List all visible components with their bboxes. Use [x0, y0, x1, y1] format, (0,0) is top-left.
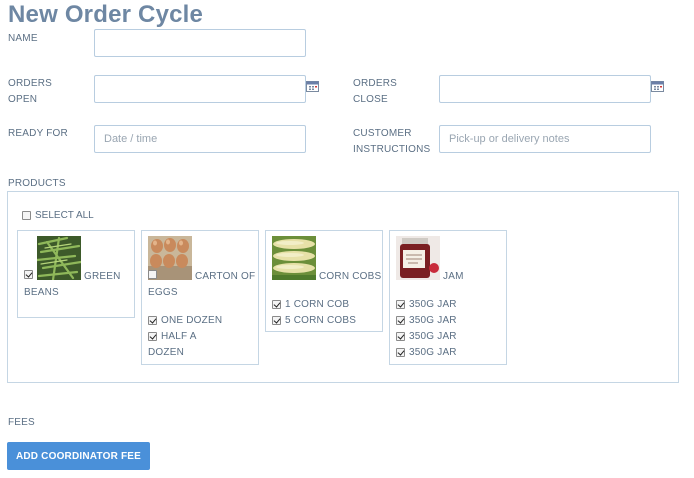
corn-image [272, 236, 316, 280]
variant-checkbox[interactable] [148, 316, 157, 325]
page-title: New Order Cycle [8, 1, 204, 28]
product-card-corn-cobs: CORN COBS 1 CORN COB 5 CORN COBS [265, 230, 383, 332]
variant-label: HALF A [161, 331, 197, 342]
product-card-green-beans: GREEN BEANS [17, 230, 135, 318]
variant-label: 1 CORN COB [285, 299, 350, 310]
variant-checkbox[interactable] [396, 300, 405, 309]
customer-instructions-input[interactable] [439, 125, 651, 153]
variant-label: 350G JAR [409, 299, 457, 310]
variant-row[interactable]: 5 CORN COBS [272, 313, 356, 329]
variant-label: 350G JAR [409, 347, 457, 358]
variant-label: 5 CORN COBS [285, 315, 357, 326]
customer-instructions-label-line1: CUSTOMER [353, 128, 412, 139]
jam-image [396, 236, 440, 280]
product-name-line1: GREEN [84, 271, 121, 282]
product-name-line1: CARTON OF [195, 271, 256, 282]
calendar-icon[interactable] [651, 81, 664, 92]
variant-row[interactable]: 350G JAR [396, 297, 457, 313]
variant-checkbox[interactable] [396, 332, 405, 341]
variant-checkbox[interactable] [272, 316, 281, 325]
select-all-label: SELECT ALL [35, 210, 94, 221]
variant-row[interactable]: 350G JAR [396, 345, 457, 361]
orders-close-label: ORDERS CLOSE [353, 76, 397, 108]
products-label: PRODUCTS [8, 178, 66, 189]
variant-row[interactable]: HALF A [148, 329, 197, 345]
variant-checkbox[interactable] [396, 348, 405, 357]
name-input[interactable] [94, 29, 306, 57]
ready-for-label: READY FOR [8, 128, 68, 139]
orders-open-input[interactable] [94, 75, 306, 103]
orders-close-label-line2: CLOSE [353, 94, 388, 105]
product-name-line1: CORN COBS [319, 271, 382, 282]
select-all[interactable]: SELECT ALL [22, 210, 94, 221]
product-name-line2: EGGS [148, 287, 178, 298]
variant-label: ONE DOZEN [161, 315, 223, 326]
variant-row[interactable]: 350G JAR [396, 329, 457, 345]
orders-close-input[interactable] [439, 75, 651, 103]
ready-for-input[interactable] [94, 125, 306, 153]
fees-label: FEES [8, 417, 35, 428]
green-beans-image [37, 236, 81, 280]
product-name-line1: JAM [443, 271, 464, 282]
add-coordinator-fee-button[interactable]: ADD COORDINATOR FEE [7, 442, 150, 470]
calendar-icon[interactable] [306, 81, 319, 92]
variant-label-line2: DOZEN [148, 347, 184, 358]
name-label: NAME [8, 33, 38, 44]
product-checkbox-green-beans[interactable] [24, 270, 33, 279]
variant-label: 350G JAR [409, 331, 457, 342]
product-card-jam: JAM 350G JAR 350G JAR 350G JAR 350G JAR [389, 230, 507, 365]
variant-checkbox[interactable] [396, 316, 405, 325]
customer-instructions-label-line2: INSTRUCTIONS [353, 144, 431, 155]
product-card-eggs: CARTON OF EGGS ONE DOZEN HALF A DOZEN [141, 230, 259, 365]
variant-checkbox[interactable] [148, 332, 157, 341]
product-checkbox-eggs[interactable] [148, 270, 157, 279]
orders-open-label: ORDERS OPEN [8, 76, 52, 108]
variant-row[interactable]: ONE DOZEN [148, 313, 222, 329]
variant-checkbox[interactable] [272, 300, 281, 309]
customer-instructions-label: CUSTOMER INSTRUCTIONS [353, 126, 430, 158]
orders-open-label-line2: OPEN [8, 94, 38, 105]
orders-close-label-line1: ORDERS [353, 78, 397, 89]
orders-open-label-line1: ORDERS [8, 78, 52, 89]
variant-label: 350G JAR [409, 315, 457, 326]
select-all-checkbox[interactable] [22, 211, 31, 220]
variant-row[interactable]: 350G JAR [396, 313, 457, 329]
product-name-line2: BEANS [24, 287, 59, 298]
variant-row[interactable]: 1 CORN COB [272, 297, 349, 313]
